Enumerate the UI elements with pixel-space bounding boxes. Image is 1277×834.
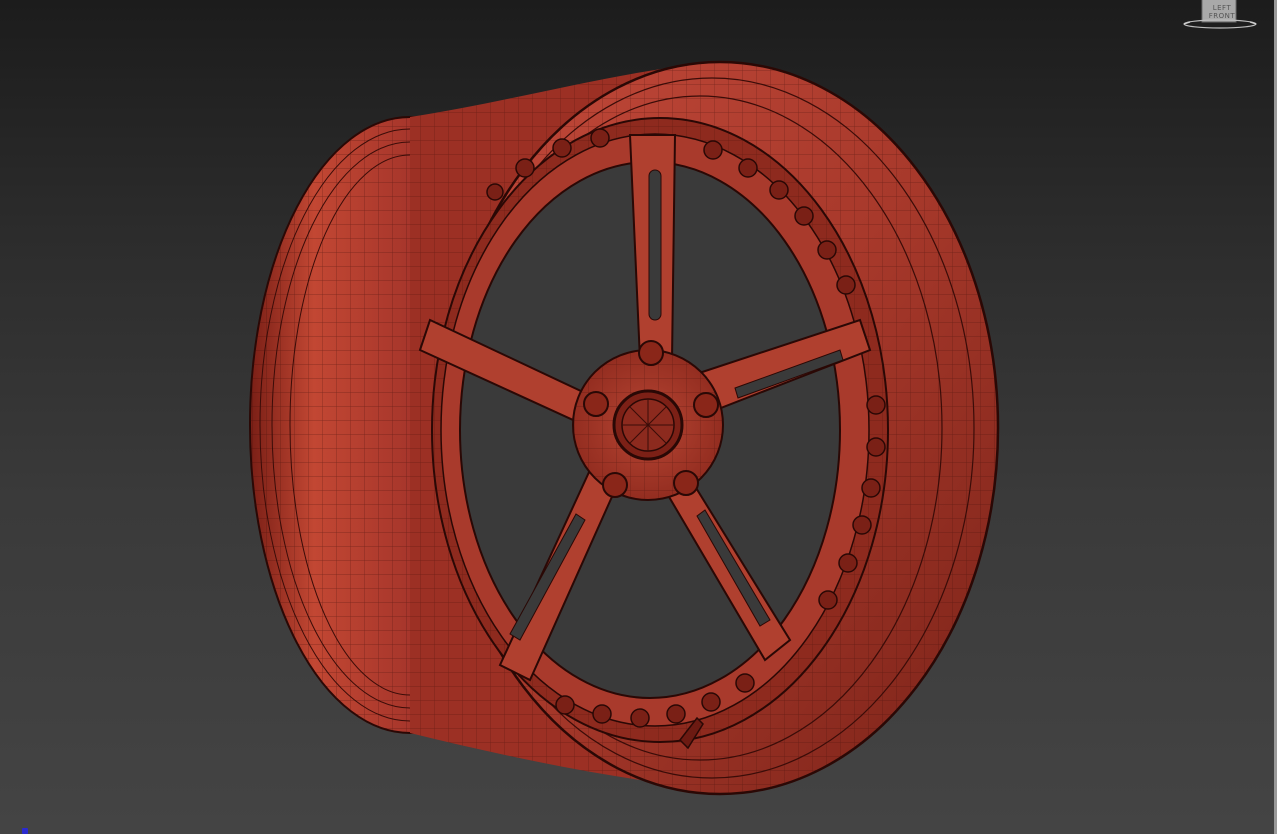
viewcube-label[interactable]: LEFT FRONT bbox=[1202, 4, 1242, 20]
viewcube[interactable]: LEFT FRONT bbox=[1180, 0, 1262, 34]
wheel-rim-model[interactable] bbox=[0, 0, 1277, 834]
axis-tripod-icon bbox=[22, 828, 28, 834]
3d-viewport[interactable]: LEFT FRONT bbox=[0, 0, 1277, 834]
center-hub bbox=[572, 349, 724, 501]
